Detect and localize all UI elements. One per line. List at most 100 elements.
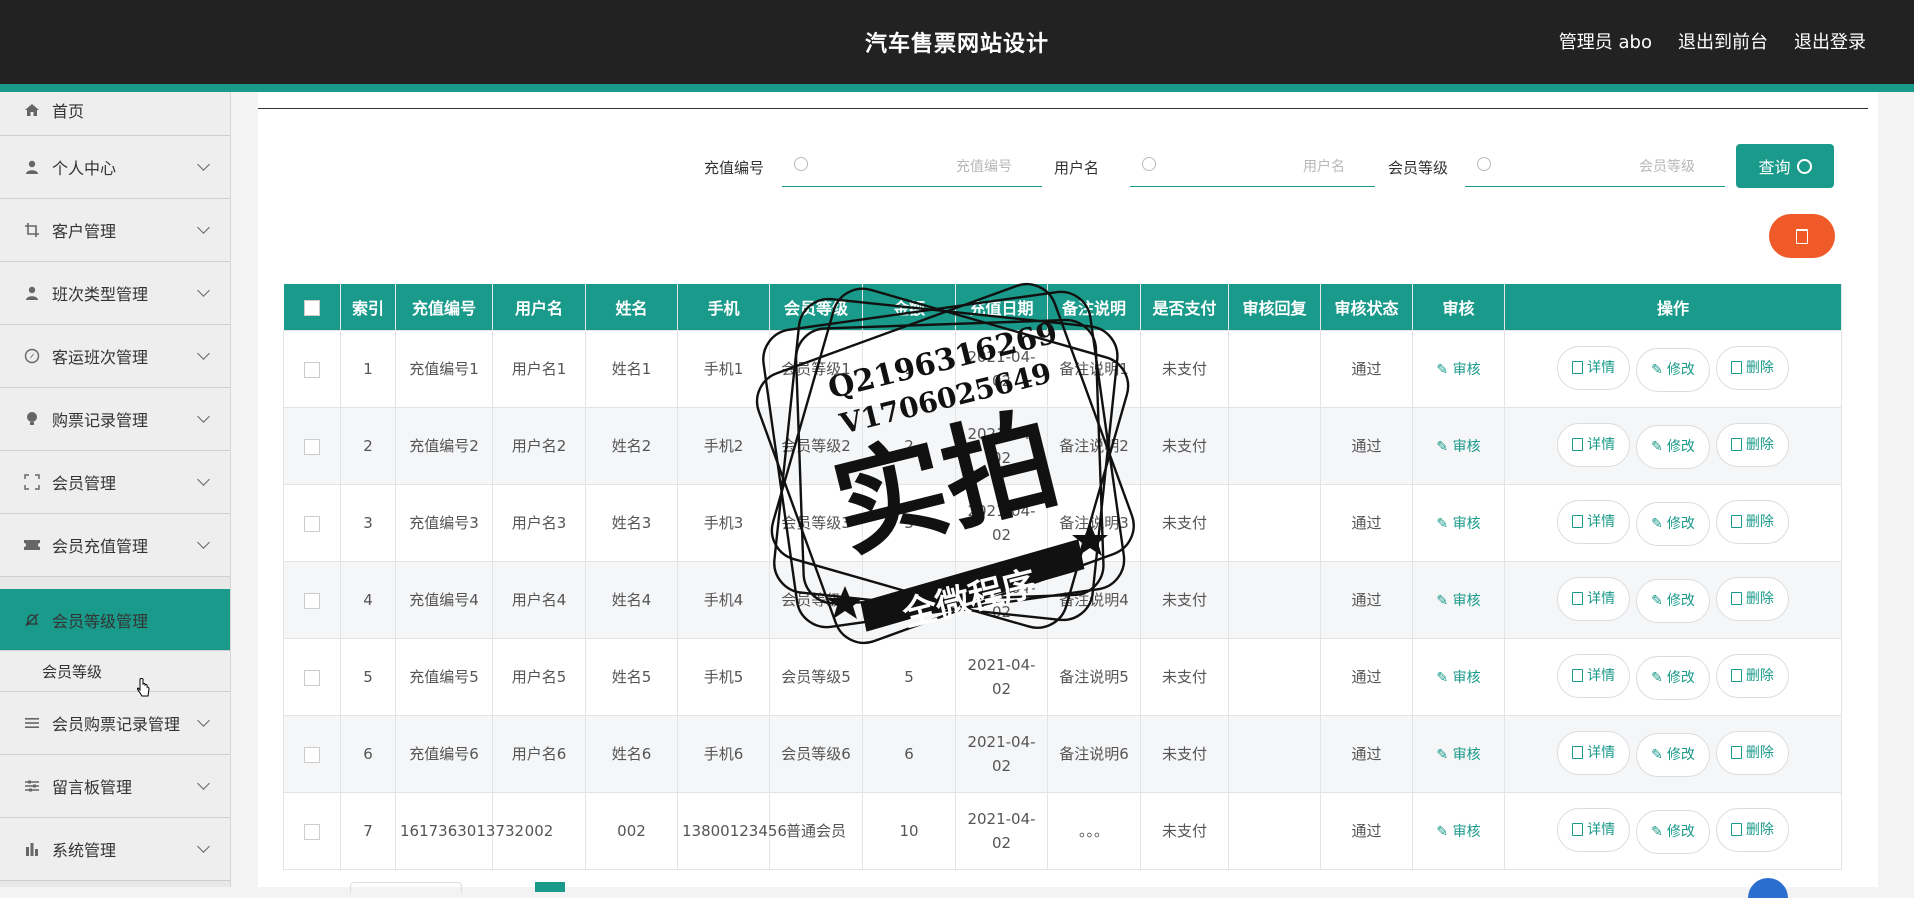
- edit-button[interactable]: ✎ 修改: [1636, 579, 1710, 624]
- sidebar-subitem-member-level[interactable]: 会员等级: [0, 651, 230, 692]
- table-cell: 2: [862, 407, 956, 485]
- table-body: 1 充值编号1 用户名1 姓名1 手机1 会员等级1 1 2021-04-02 备注说明1 未支付…: [283, 330, 1842, 870]
- table-cell: 通过: [1320, 715, 1413, 793]
- delete-button[interactable]: 删除: [1715, 499, 1789, 544]
- select-all-checkbox[interactable]: [283, 284, 341, 331]
- sidebar-item-member-recharge[interactable]: 会员充值管理: [0, 514, 230, 577]
- detail-button[interactable]: 详情: [1557, 576, 1631, 621]
- table-cell: 手机5: [677, 638, 770, 716]
- table-cell: 会员等级4: [769, 561, 863, 639]
- sidebar-item-label: 首页: [52, 101, 85, 121]
- document-icon: [1572, 823, 1584, 837]
- table-cell: 充值编号2: [395, 407, 493, 485]
- sidebar-item-personal-center[interactable]: 个人中心: [0, 136, 230, 199]
- audit-link[interactable]: ✎ 审核: [1412, 561, 1505, 639]
- detail-button[interactable]: 详情: [1557, 499, 1631, 544]
- search-input-username[interactable]: 用户名: [1130, 145, 1375, 187]
- detail-button[interactable]: 详情: [1557, 422, 1631, 467]
- edit-button[interactable]: ✎ 修改: [1636, 656, 1710, 701]
- row-checkbox[interactable]: [283, 484, 341, 562]
- sidebar-item-route-types[interactable]: 班次类型管理: [0, 262, 230, 325]
- document-icon: [1572, 592, 1584, 606]
- table-cell: 通过: [1320, 561, 1413, 639]
- query-button[interactable]: 查询: [1736, 144, 1834, 188]
- batch-delete-button[interactable]: [1769, 214, 1835, 258]
- row-checkbox[interactable]: [283, 407, 341, 485]
- row-checkbox[interactable]: [283, 638, 341, 716]
- table-cell: 充值编号3: [395, 484, 493, 562]
- admin-user-label[interactable]: 管理员 abo: [1559, 28, 1652, 54]
- delete-button[interactable]: 删除: [1715, 345, 1789, 390]
- table-cell: 2: [340, 407, 396, 485]
- edit-button[interactable]: ✎ 修改: [1636, 348, 1710, 393]
- table-cell: 用户名3: [492, 484, 586, 562]
- delete-button[interactable]: 删除: [1715, 653, 1789, 698]
- row-actions: 详情 ✎ 修改 删除: [1504, 407, 1842, 485]
- audit-link[interactable]: ✎ 审核: [1412, 407, 1505, 485]
- delete-button[interactable]: 删除: [1715, 576, 1789, 621]
- search-icon: [794, 157, 808, 171]
- sidebar-item-schedules[interactable]: 客运班次管理: [0, 325, 230, 388]
- top-links: 管理员 abo 退出到前台 退出登录: [1559, 28, 1866, 54]
- detail-button[interactable]: 详情: [1557, 807, 1631, 852]
- table-cell: 充值编号6: [395, 715, 493, 793]
- audit-link[interactable]: ✎ 审核: [1412, 792, 1505, 870]
- table-cell: 2021-04-02: [955, 792, 1048, 870]
- audit-link[interactable]: ✎ 审核: [1412, 638, 1505, 716]
- edit-button[interactable]: ✎ 修改: [1636, 425, 1710, 470]
- sidebar-item-members[interactable]: 会员管理: [0, 451, 230, 514]
- row-checkbox[interactable]: [283, 561, 341, 639]
- sidebar-item-customers[interactable]: 客户管理: [0, 199, 230, 262]
- audit-link[interactable]: ✎ 审核: [1412, 330, 1505, 408]
- row-checkbox[interactable]: [283, 792, 341, 870]
- table-cell: 会员等级3: [769, 484, 863, 562]
- sidebar-item-ticket-records[interactable]: 购票记录管理: [0, 388, 230, 451]
- table-cell: 2021-04-02: [955, 407, 1048, 485]
- detail-button[interactable]: 详情: [1557, 345, 1631, 390]
- table-cell: 002: [585, 792, 678, 870]
- search-input-recharge-no[interactable]: 充值编号: [782, 145, 1042, 187]
- sidebar-item-member-levels[interactable]: 会员等级管理: [0, 589, 230, 651]
- scan-icon: [22, 472, 42, 492]
- pagination-size-select[interactable]: [350, 882, 462, 893]
- chevron-down-icon: [197, 777, 210, 790]
- chevron-down-icon: [197, 347, 210, 360]
- search-input-member-level[interactable]: 会员等级: [1465, 145, 1725, 187]
- audit-link[interactable]: ✎ 审核: [1412, 715, 1505, 793]
- column-header: 会员等级: [769, 284, 863, 331]
- detail-button[interactable]: 详情: [1557, 730, 1631, 775]
- trash-icon: [1730, 669, 1742, 683]
- edit-button[interactable]: ✎ 修改: [1636, 502, 1710, 547]
- table-cell: 手机6: [677, 715, 770, 793]
- edit-button[interactable]: ✎ 修改: [1636, 810, 1710, 855]
- delete-button[interactable]: 删除: [1715, 807, 1789, 852]
- table-cell: 。。。: [1047, 792, 1141, 870]
- chevron-down-icon: [197, 473, 210, 486]
- detail-button[interactable]: 详情: [1557, 653, 1631, 698]
- table-cell: [1228, 638, 1321, 716]
- table-cell: 用户名6: [492, 715, 586, 793]
- audit-link[interactable]: ✎ 审核: [1412, 484, 1505, 562]
- row-checkbox[interactable]: [283, 330, 341, 408]
- table-cell: 未支付: [1140, 484, 1229, 562]
- search-label-recharge-no: 充值编号: [704, 159, 765, 177]
- delete-button[interactable]: 删除: [1715, 730, 1789, 775]
- user-icon: [22, 157, 42, 177]
- sidebar-item-member-tickets[interactable]: 会员购票记录管理: [0, 692, 230, 755]
- delete-button[interactable]: 删除: [1715, 422, 1789, 467]
- column-header: 审核回复: [1228, 284, 1321, 331]
- table-cell: 通过: [1320, 638, 1413, 716]
- table-cell: 2021-04-02: [955, 638, 1048, 716]
- table-cell: 备注说明4: [1047, 561, 1141, 639]
- back-to-front-link[interactable]: 退出到前台: [1678, 28, 1768, 54]
- column-header: 手机: [677, 284, 770, 331]
- chevron-down-icon: [197, 221, 210, 234]
- sidebar-item-message-board[interactable]: 留言板管理: [0, 755, 230, 818]
- edit-button[interactable]: ✎ 修改: [1636, 733, 1710, 778]
- logout-link[interactable]: 退出登录: [1794, 28, 1866, 54]
- row-checkbox[interactable]: [283, 715, 341, 793]
- table-cell: 手机2: [677, 407, 770, 485]
- sidebar-item-home[interactable]: 首页: [0, 92, 230, 136]
- pagination-current-page[interactable]: [535, 882, 565, 892]
- sidebar-item-system[interactable]: 系统管理: [0, 818, 230, 881]
